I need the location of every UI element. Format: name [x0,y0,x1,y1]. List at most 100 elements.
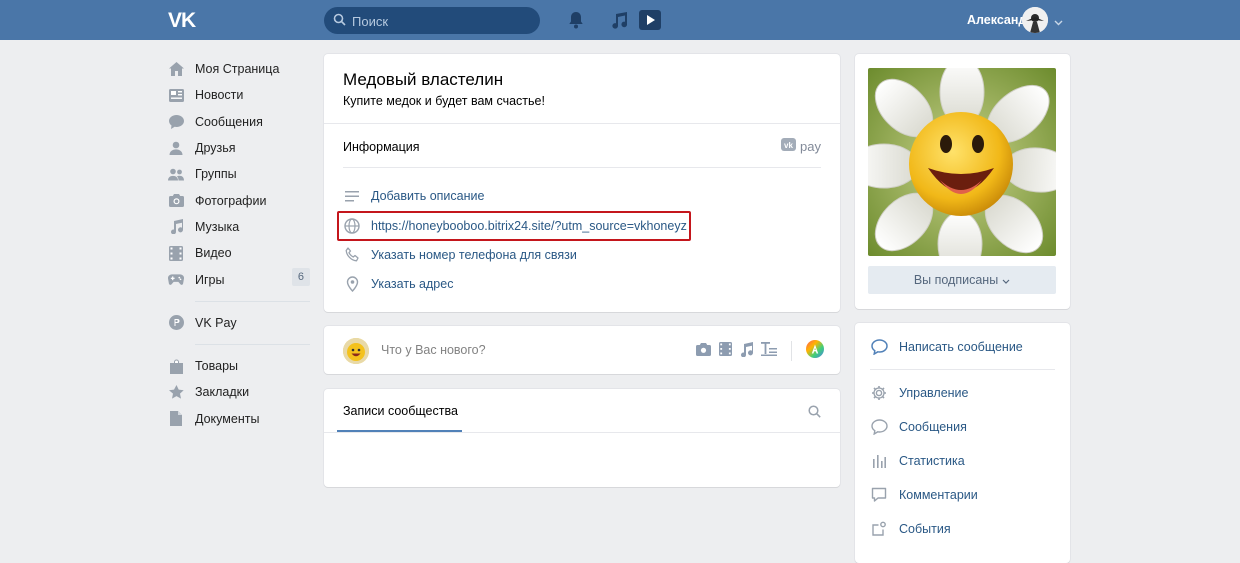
vk-logo-icon: vk [781,138,797,154]
add-address-label: Указать адрес [371,277,454,291]
games-icon [168,272,184,288]
nav-video[interactable]: Видео [168,240,310,266]
vk-logo[interactable]: VK [168,9,196,33]
sidebar-item-label: События [899,522,951,536]
chevron-down-icon [1002,273,1010,287]
nav-label: Фотографии [195,193,267,208]
add-phone-label: Указать номер телефона для связи [371,247,577,262]
nav-label: Документы [195,411,260,426]
info-heading: Информация [343,140,420,154]
bell-icon[interactable] [568,11,584,32]
nav-friends[interactable]: Друзья [168,135,310,161]
add-address-link[interactable]: Указать адрес [343,276,453,292]
url-highlight-box [337,211,691,241]
divider [324,123,840,124]
article-icon[interactable] [761,342,777,359]
ar-effects-icon[interactable] [806,340,824,361]
divider [324,432,840,433]
nav-divider [195,300,310,302]
nav-label: Моя Страница [195,62,280,77]
search-box[interactable] [324,7,540,36]
nav-bookmarks[interactable]: Закладки [168,379,310,405]
nav-label: Игры [195,272,225,287]
nav-divider [195,343,310,345]
subscribed-label: Вы подписаны [913,273,999,287]
nav-vkpay[interactable]: VK Pay [168,310,310,336]
location-pin-icon [343,276,361,292]
nav-label: Друзья [195,141,236,156]
tab-community-posts[interactable]: Записи сообщества [343,404,458,418]
friends-icon [168,140,184,156]
messages-icon [870,419,888,435]
nav-music[interactable]: Музыка [168,214,310,240]
svg-text:vk: vk [784,141,793,150]
composer-attachments [696,340,824,361]
add-description-link[interactable]: Добавить описание [343,189,484,203]
chevron-down-icon[interactable] [1054,15,1063,29]
sidebar-item-manage[interactable]: Управление [870,385,969,401]
music-icon[interactable] [611,11,628,32]
divider [343,167,821,168]
nav-label: Товары [195,359,238,374]
messages-icon [168,114,184,130]
page-title: Медовый властелин [343,70,504,89]
add-phone-link[interactable]: Указать номер телефона для связи [343,247,577,262]
camera-icon[interactable] [696,342,711,359]
camera-icon [168,193,184,209]
sidebar-item-label: Управление [899,386,969,400]
events-icon [870,521,888,537]
games-badge: 6 [291,268,310,287]
nav-label: Группы [195,167,237,182]
post-input-placeholder[interactable]: Что у Вас нового? [381,343,486,357]
comments-icon [870,487,888,503]
phone-icon [343,247,361,262]
group-avatar-card: Вы подписаны [855,54,1070,309]
subscribed-button[interactable]: Вы подписаны [868,266,1056,294]
bag-icon [168,358,184,374]
group-info-card: Медовый властелин Купите медок и будет в… [324,54,840,312]
vkpay-button[interactable]: vk pay [781,138,821,154]
nav-messages[interactable]: Сообщения [168,109,310,135]
star-icon [168,384,184,400]
search-icon [333,13,346,29]
nav-games[interactable]: Игры 6 [168,266,310,292]
sidebar-item-stats[interactable]: Статистика [870,453,965,468]
write-message-label: Написать сообщение [899,340,1023,354]
add-description-label: Добавить описание [371,189,485,203]
post-composer[interactable]: Что у Вас нового? [324,326,840,374]
groups-icon [168,166,184,182]
search-icon[interactable] [808,405,821,421]
stats-icon [870,453,888,468]
nav-my-page[interactable]: Моя Страница [168,56,310,82]
nav-news[interactable]: Новости [168,82,310,108]
home-icon [168,61,184,77]
group-photo[interactable] [868,68,1056,256]
divider [870,369,1055,370]
search-input[interactable] [350,7,534,36]
sidebar-item-messages[interactable]: Сообщения [870,419,967,435]
left-navigation: Моя Страница Новости Сообщения Друзья Гр… [168,56,310,432]
avatar[interactable] [1022,7,1048,33]
sidebar-item-comments[interactable]: Комментарии [870,487,978,503]
nav-label: Закладки [195,385,250,400]
sidebar-item-label: Комментарии [899,488,978,502]
nav-groups[interactable]: Группы [168,161,310,187]
vkpay-icon [168,315,184,331]
nav-documents[interactable]: Документы [168,406,310,432]
nav-market[interactable]: Товары [168,353,310,379]
write-message-link[interactable]: Написать сообщение [870,339,1023,355]
sidebar-item-label: Статистика [899,453,965,468]
document-icon [168,411,184,427]
nav-label: Музыка [195,219,240,234]
message-bubble-icon [870,339,888,355]
news-icon [168,87,184,103]
video-icon[interactable] [719,342,732,359]
group-status: Купите медок и будет вам счастье! [343,94,545,108]
sidebar-item-events[interactable]: События [870,521,951,537]
gear-icon [870,385,888,401]
nav-photos[interactable]: Фотографии [168,187,310,213]
sidebar-item-label: Сообщения [899,420,967,434]
play-icon[interactable] [639,10,661,33]
music-icon[interactable] [740,341,753,360]
video-icon [168,245,184,261]
